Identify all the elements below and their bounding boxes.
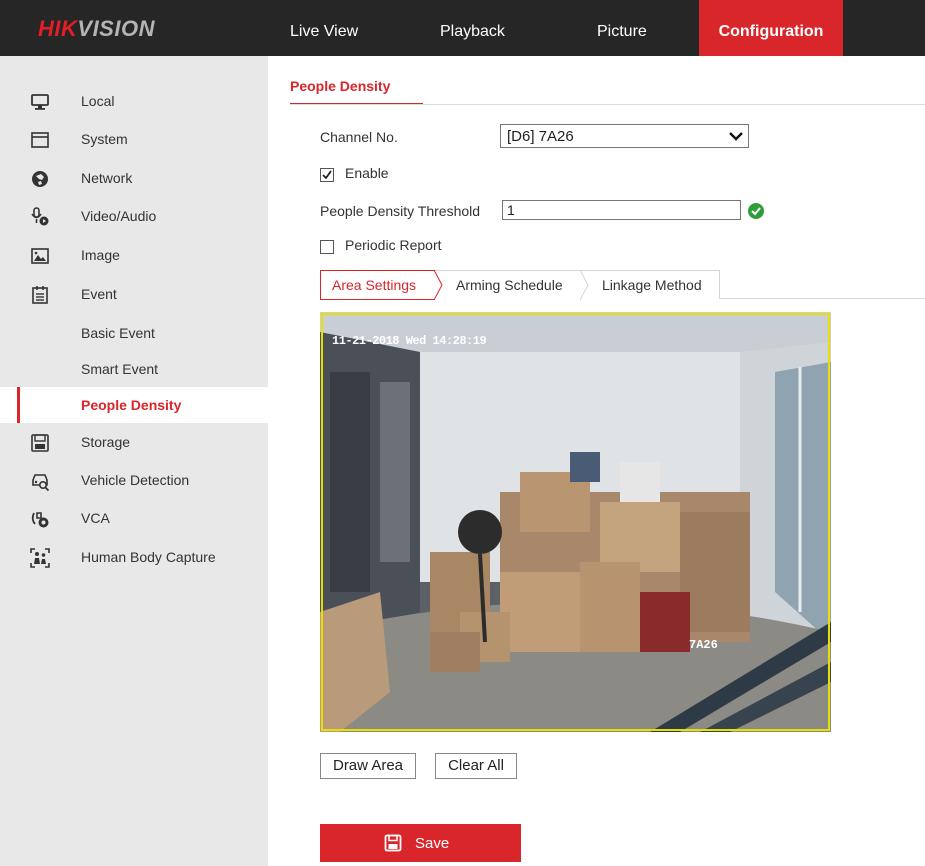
channel-label: Channel No. xyxy=(320,129,398,145)
sidebar-item-storage[interactable]: Storage xyxy=(0,423,268,461)
enable-checkbox[interactable] xyxy=(320,168,334,182)
network-icon xyxy=(32,171,48,187)
subtab-separator xyxy=(580,270,589,300)
nav-tab-picture[interactable]: Picture xyxy=(597,0,647,56)
sidebar-item-video-audio[interactable]: Video/Audio xyxy=(0,197,268,235)
subtab-arming-schedule[interactable]: Arming Schedule xyxy=(456,277,563,293)
video-osd-datetime: 11-21-2018 Wed 14:28:19 xyxy=(332,334,487,348)
hikvision-logo: HIKVISION xyxy=(38,16,155,42)
storage-icon xyxy=(31,434,49,452)
subtab-separator-active xyxy=(434,270,443,300)
camera-scene xyxy=(320,312,831,732)
threshold-input[interactable] xyxy=(502,200,741,220)
sidebar-subitem-people-density[interactable]: People Density xyxy=(0,387,268,423)
page-title: People Density xyxy=(290,78,391,94)
sidebar-item-label: Human Body Capture xyxy=(81,549,216,565)
logo-hik-text: HIK xyxy=(38,16,78,41)
sidebar-item-human-body-capture[interactable]: Human Body Capture xyxy=(0,538,268,576)
channel-select[interactable]: [D6] 7A26 xyxy=(500,124,749,148)
sidebar-item-image[interactable]: Image xyxy=(0,236,268,274)
threshold-label: People Density Threshold xyxy=(320,203,481,219)
human-body-capture-icon xyxy=(30,548,50,568)
sidebar-item-label: System xyxy=(81,131,128,147)
sidebar-subitem-smart-event[interactable]: Smart Event xyxy=(0,351,268,387)
sidebar-subitem-label: Smart Event xyxy=(81,361,159,377)
monitor-icon xyxy=(31,94,49,110)
subtab-linkage-method[interactable]: Linkage Method xyxy=(602,277,702,293)
clear-all-button[interactable]: Clear All xyxy=(435,753,517,779)
osd-time: 14:28:19 xyxy=(432,334,487,348)
channel-select-value: [D6] 7A26 xyxy=(507,128,574,145)
osd-date: 11-21-2018 Wed xyxy=(332,334,426,348)
sidebar-item-vca[interactable]: VCA xyxy=(0,499,268,537)
sidebar-item-label: Local xyxy=(81,93,115,109)
save-button[interactable]: Save xyxy=(320,824,521,862)
periodic-report-label: Periodic Report xyxy=(345,237,442,253)
image-icon xyxy=(31,248,49,264)
sidebar-item-label: VCA xyxy=(81,510,110,526)
sidebar-item-network[interactable]: Network xyxy=(0,159,268,197)
valid-check-icon xyxy=(748,203,764,219)
active-indicator xyxy=(17,387,20,423)
enable-label: Enable xyxy=(345,165,389,181)
sidebar-subitem-label: People Density xyxy=(81,397,182,413)
sidebar-subitem-label: Basic Event xyxy=(81,325,155,341)
subtab-area-settings[interactable]: Area Settings xyxy=(332,277,416,293)
vca-icon xyxy=(31,512,49,528)
sidebar-item-label: Video/Audio xyxy=(81,208,157,224)
sidebar-item-vehicle-detection[interactable]: Vehicle Detection xyxy=(0,461,268,499)
nav-tab-live-view[interactable]: Live View xyxy=(290,0,358,56)
logo-vision-text: VISION xyxy=(77,16,155,41)
sidebar-item-system[interactable]: System xyxy=(0,120,268,158)
sidebar-item-local[interactable]: Local xyxy=(0,82,268,120)
vehicle-detection-icon xyxy=(32,474,50,491)
periodic-report-checkbox[interactable] xyxy=(320,240,334,254)
sidebar-item-label: Image xyxy=(81,247,120,263)
sidebar-item-label: Vehicle Detection xyxy=(81,472,190,488)
nav-tab-playback[interactable]: Playback xyxy=(440,0,505,56)
chevron-down-icon xyxy=(729,132,743,141)
floppy-disk-icon xyxy=(384,834,402,852)
sidebar-item-label: Network xyxy=(81,170,133,186)
sidebar-item-event[interactable]: Event xyxy=(0,275,268,313)
nav-tab-configuration[interactable]: Configuration xyxy=(699,0,843,56)
video-preview[interactable]: 11-21-2018 Wed 14:28:19 7A26 xyxy=(320,312,831,732)
system-icon xyxy=(31,132,49,148)
video-osd-channel-name: 7A26 xyxy=(689,638,718,652)
sidebar-item-label: Event xyxy=(81,286,117,302)
page-title-tab[interactable]: People Density xyxy=(290,78,423,105)
header-divider xyxy=(290,104,925,105)
event-icon xyxy=(32,286,48,304)
video-audio-icon xyxy=(31,207,49,226)
draw-area-button[interactable]: Draw Area xyxy=(320,753,416,779)
sidebar: Local System Network Video/Audio Image E… xyxy=(0,56,268,866)
sidebar-subitem-basic-event[interactable]: Basic Event xyxy=(0,315,268,351)
save-button-label: Save xyxy=(415,835,450,852)
checkmark-icon xyxy=(322,170,332,180)
sidebar-item-label: Storage xyxy=(81,434,131,450)
top-navigation-bar: HIKVISION Live View Playback Picture Con… xyxy=(0,0,925,56)
